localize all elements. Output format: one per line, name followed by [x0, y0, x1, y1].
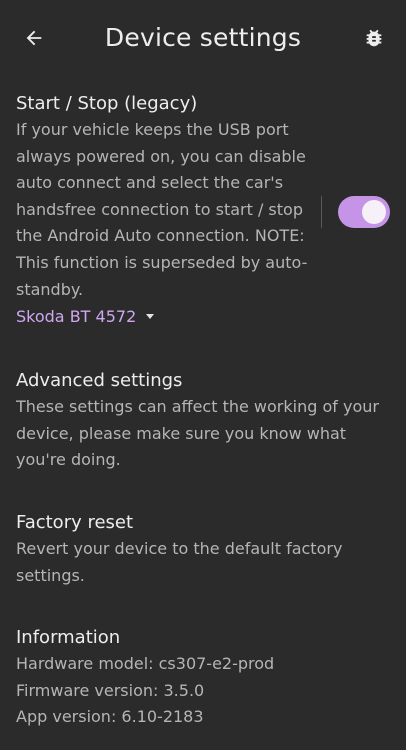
factory-reset-title: Factory reset	[16, 512, 134, 533]
start-stop-description: If your vehicle keeps the USB port alway…	[16, 120, 308, 299]
bug-icon	[366, 29, 382, 47]
device-settings-screen: Device settings Start / Stop (legacy) If…	[0, 0, 406, 750]
start-stop-title: Start / Stop (legacy)	[16, 93, 198, 114]
selected-device-label: Skoda BT 4572	[16, 307, 137, 327]
start-stop-section: Start / Stop (legacy) If your vehicle ke…	[16, 91, 316, 330]
dropdown-caret-icon	[146, 313, 155, 319]
top-app-bar: Device settings	[0, 0, 406, 78]
app-version: App version: 6.10-2183	[16, 707, 204, 727]
hardware-model: Hardware model: cs307-e2-prod	[16, 654, 275, 673]
factory-reset-description: Revert your device to the default factor…	[16, 539, 343, 585]
advanced-settings-description: These settings can affect the working of…	[16, 397, 379, 470]
information-section: Information Hardware model: cs307-e2-pro…	[16, 625, 391, 731]
advanced-settings-item[interactable]: Advanced settings These settings can aff…	[16, 368, 391, 474]
toggle-divider	[321, 196, 322, 228]
advanced-settings-title: Advanced settings	[16, 370, 183, 391]
firmware-version: Firmware version: 3.5.0	[16, 680, 205, 700]
factory-reset-item[interactable]: Factory reset Revert your device to the …	[16, 510, 391, 589]
toggle-knob	[362, 200, 386, 224]
page-title: Device settings	[104, 23, 302, 52]
information-title: Information	[16, 627, 121, 648]
handsfree-device-dropdown[interactable]: Skoda BT 4572	[16, 304, 155, 330]
debug-button[interactable]	[362, 26, 386, 50]
start-stop-toggle[interactable]	[338, 196, 390, 228]
